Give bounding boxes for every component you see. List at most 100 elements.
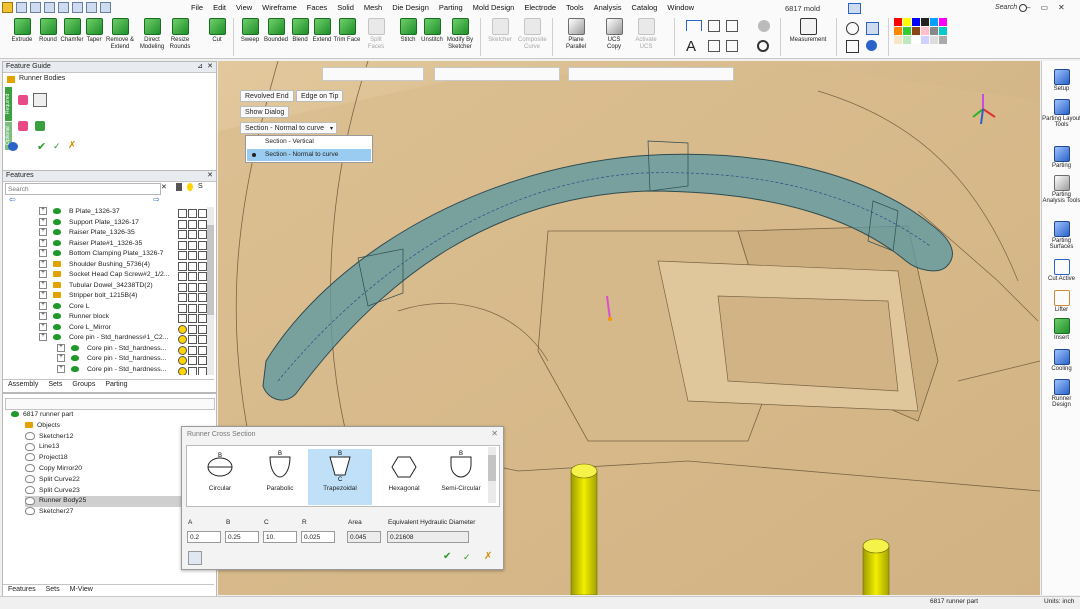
expand-icon[interactable]: + <box>39 333 50 344</box>
parting-layout-tool[interactable]: Parting Layout Tools <box>1042 99 1080 129</box>
feature-row[interactable]: +Core L◂ <box>3 301 208 313</box>
feature-row[interactable]: +Support Plate_1326-17◂ <box>3 217 208 229</box>
revolved-end-button[interactable]: Revolved End <box>240 90 294 102</box>
menu-wireframe[interactable]: Wireframe <box>257 3 302 12</box>
sweep-button[interactable]: Sweep <box>236 18 264 56</box>
scroll-left-icon[interactable]: ⇦ <box>9 195 16 204</box>
menu-window[interactable]: Window <box>662 3 699 12</box>
feature-row[interactable]: +B Plate_1326-37◂ <box>3 207 208 218</box>
tree-row[interactable]: Objects <box>25 421 183 432</box>
expand-icon[interactable]: + <box>39 217 50 229</box>
angle-dimension-icon[interactable] <box>708 20 720 32</box>
menu-solid[interactable]: Solid <box>332 3 359 12</box>
maximize-button[interactable]: ▭ <box>1040 3 1048 12</box>
inspect-icon[interactable] <box>866 22 879 35</box>
runner-extend-icon[interactable] <box>18 121 28 131</box>
sketcher-button[interactable]: Sketcher <box>486 18 514 56</box>
menu-parting[interactable]: Parting <box>434 3 468 12</box>
pin-icon[interactable]: ⊿ <box>197 62 203 70</box>
tab-sets[interactable]: Sets <box>43 380 67 392</box>
print-icon[interactable] <box>58 2 69 13</box>
text-icon[interactable]: A <box>686 38 696 55</box>
parting-analysis-tool[interactable]: Parting Analysis Tools <box>1042 175 1080 205</box>
app-logo-icon[interactable] <box>2 2 13 13</box>
guide-options-icon[interactable] <box>8 142 18 151</box>
dialog-ok-icon[interactable]: ✔ <box>443 551 455 563</box>
menu-edit[interactable]: Edit <box>208 3 231 12</box>
feature-row[interactable]: +Core pin - Std_hardness...◂ <box>3 354 208 365</box>
menu-mold-design[interactable]: Mold Design <box>468 3 520 12</box>
tree-row[interactable]: Sketcher12 <box>25 431 183 443</box>
section-select[interactable]: Section - Normal to curve ▾ <box>240 122 337 134</box>
expand-icon[interactable]: + <box>39 280 50 292</box>
extend-button[interactable]: Extend <box>308 18 336 56</box>
close-icon[interactable]: ✕ <box>207 62 213 70</box>
search-label[interactable]: Search <box>995 4 1017 11</box>
tree-row[interactable]: Copy Mirror20 <box>25 464 183 475</box>
feature-row[interactable]: +Shoulder Bushing_5736(4)◂ <box>3 259 208 271</box>
view-toolbar-center[interactable] <box>434 67 560 81</box>
option-section-normal[interactable]: Section - Normal to curve <box>247 149 371 161</box>
apply-icon[interactable]: ✓ <box>53 141 61 152</box>
activate-ucs-button[interactable]: Activate UCS <box>632 18 660 56</box>
features-search-input[interactable] <box>5 183 161 195</box>
tree-row[interactable]: Project18 <box>25 453 183 464</box>
minimize-button[interactable]: – <box>1026 3 1030 12</box>
feature-row[interactable]: +Raiser Plate_1326-35◂ <box>3 228 208 239</box>
plane-parallel-button[interactable]: Plane Parallel <box>562 18 590 56</box>
section-hexagonal[interactable]: Hexagonal <box>372 449 436 505</box>
leader-icon[interactable] <box>726 40 738 52</box>
state-filter-icon[interactable]: S <box>198 183 203 190</box>
select-icon[interactable] <box>100 2 111 13</box>
menu-catalog[interactable]: Catalog <box>627 3 663 12</box>
section-semi-circular[interactable]: B Semi-Circular <box>436 449 486 505</box>
tree-row[interactable]: Split Curve22 <box>25 475 183 486</box>
close-icon[interactable]: ✕ <box>207 171 213 179</box>
tree-row[interactable]: 6817 runner part <box>11 410 191 421</box>
analyze-icon[interactable] <box>846 40 859 53</box>
split-faces-button[interactable]: Split Faces <box>362 18 390 56</box>
menu-view[interactable]: View <box>231 3 257 12</box>
setup-tool[interactable]: Setup <box>1042 69 1080 92</box>
table-icon[interactable] <box>726 20 738 32</box>
note-icon[interactable] <box>708 40 720 52</box>
measurement-button[interactable]: Measurement <box>786 18 830 56</box>
expand-icon[interactable]: + <box>57 343 68 355</box>
taper-button[interactable]: Taper <box>80 18 108 56</box>
runner-path-icon[interactable] <box>18 95 28 105</box>
open-file-icon[interactable] <box>30 2 41 13</box>
parting-tool[interactable]: Parting <box>1042 146 1080 169</box>
feature-row[interactable]: +Core pin - Std_hardness#1_C2...◂ <box>3 333 208 344</box>
menu-die-design[interactable]: Die Design <box>387 3 434 12</box>
ucs-copy-button[interactable]: UCS Copy <box>600 18 628 56</box>
trim-face-button[interactable]: Trim Face <box>333 18 361 56</box>
render-icon[interactable] <box>866 40 877 51</box>
runner-option-icon[interactable] <box>35 121 45 131</box>
cooling-tool[interactable]: Cooling <box>1042 349 1080 372</box>
tree-row[interactable]: Sketcher27 <box>25 507 183 518</box>
expand-icon[interactable]: + <box>57 364 68 376</box>
section-trapezoidal[interactable]: BC Trapezoidal <box>308 449 372 505</box>
cancel-icon[interactable]: ✗ <box>68 140 76 151</box>
cut-active-tool[interactable]: Cut Active <box>1042 259 1080 282</box>
screen-icon[interactable] <box>848 3 861 14</box>
features-scrollbar[interactable] <box>207 207 214 375</box>
modify-by-sketcher-button[interactable]: Modify By Sketcher <box>446 18 474 56</box>
expand-icon[interactable]: + <box>39 249 50 260</box>
tree-row[interactable]: Line13 <box>25 442 183 453</box>
feature-row[interactable]: +Core pin - Std_hardness...◂ <box>3 343 208 355</box>
scroll-right-icon[interactable]: ⇨ <box>153 195 160 204</box>
feature-row[interactable]: +Raiser Plate#1_1326-35◂ <box>3 238 208 250</box>
feature-row[interactable]: +Bottom Clamping Plate_1326-7◂ <box>3 249 208 260</box>
close-button[interactable]: ✕ <box>1058 3 1065 12</box>
edge-on-tip-button[interactable]: Edge on Tip <box>296 90 344 102</box>
menu-file[interactable]: File <box>186 3 208 12</box>
direct-modeling-button[interactable]: Direct Modeling <box>138 18 166 56</box>
view-toolbar-left[interactable] <box>322 67 424 81</box>
tree-row[interactable]: Runner Body25 <box>25 496 183 507</box>
param-b-field[interactable]: 0.25 <box>225 531 259 543</box>
visible-filter-icon[interactable] <box>187 183 193 191</box>
menu-tools[interactable]: Tools <box>561 3 589 12</box>
expand-icon[interactable]: + <box>39 228 50 239</box>
runner-design-tool[interactable]: Runner Design <box>1042 379 1080 409</box>
